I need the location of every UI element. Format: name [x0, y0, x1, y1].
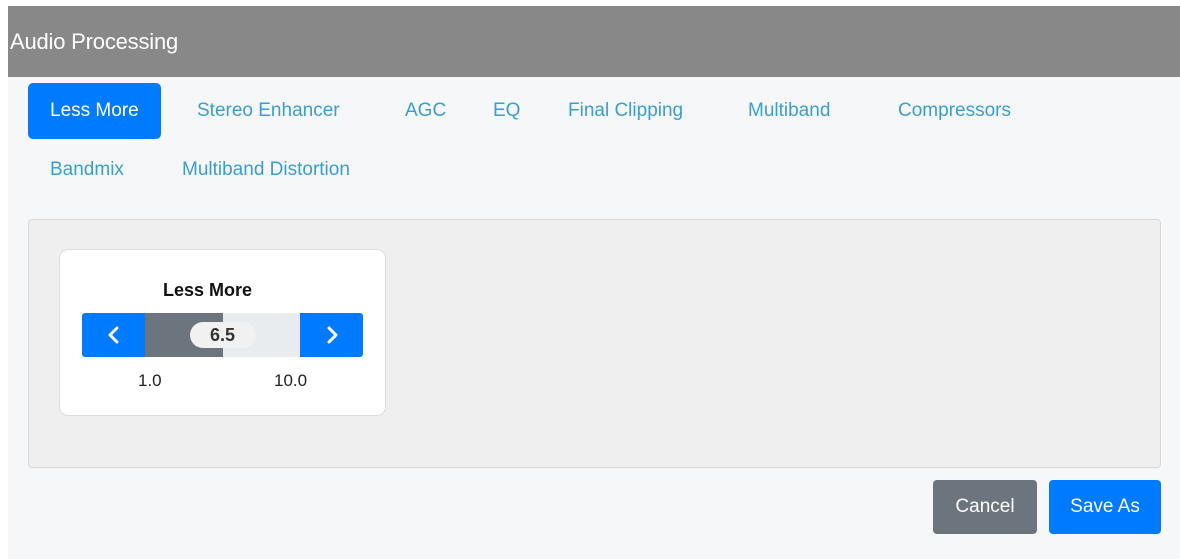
slider-min-label: 1.0: [138, 371, 162, 390]
save-as-button[interactable]: Save As: [1049, 480, 1161, 534]
tab-agc[interactable]: AGC: [383, 83, 468, 139]
slider-track[interactable]: 6.5: [145, 313, 300, 357]
tab-final-clipping[interactable]: Final Clipping: [546, 83, 705, 139]
decrement-button[interactable]: [82, 313, 145, 357]
tab-stereo-enhancer[interactable]: Stereo Enhancer: [175, 83, 362, 139]
chevron-right-icon: [327, 326, 337, 344]
tab-multiband[interactable]: Multiband: [726, 83, 852, 139]
audio-processing-dialog: Audio Processing Less More Stereo Enhanc…: [8, 6, 1180, 559]
tab-compressors[interactable]: Compressors: [876, 83, 1033, 139]
tab-eq[interactable]: EQ: [471, 83, 542, 139]
less-more-control-card: Less More 6.5 1.0 10.0: [59, 249, 386, 416]
tab-bandmix[interactable]: Bandmix: [28, 142, 146, 198]
dialog-title: Audio Processing: [8, 6, 1180, 77]
tab-less-more[interactable]: Less More: [28, 83, 161, 139]
settings-panel: Less More 6.5 1.0 10.0: [28, 219, 1161, 468]
slider-max-label: 10.0: [274, 371, 308, 390]
slider-thumb[interactable]: 6.5: [189, 322, 256, 348]
chevron-left-icon: [108, 326, 118, 344]
increment-button[interactable]: [300, 313, 363, 357]
control-title: Less More: [162, 280, 253, 300]
cancel-button[interactable]: Cancel: [933, 480, 1037, 534]
tab-multiband-distortion[interactable]: Multiband Distortion: [160, 142, 372, 198]
less-more-slider[interactable]: 6.5: [82, 313, 363, 357]
